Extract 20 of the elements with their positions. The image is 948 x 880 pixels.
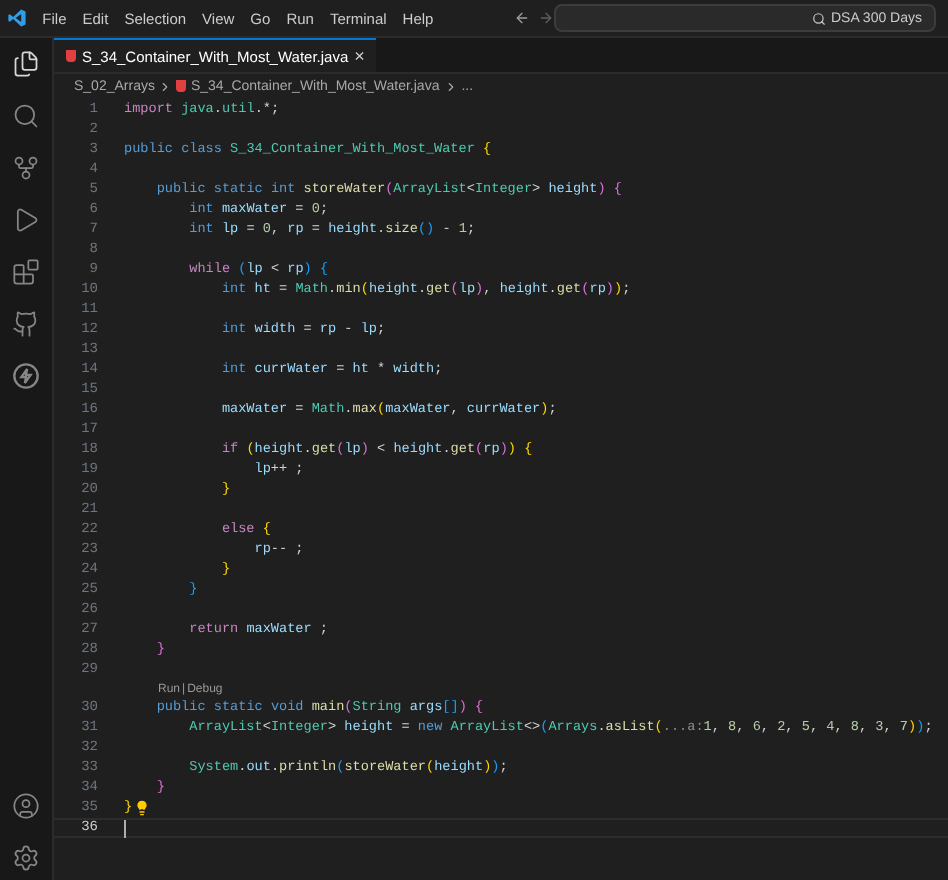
text-cursor — [124, 819, 126, 837]
branch-icon[interactable] — [12, 154, 40, 182]
chevron-icon — [158, 79, 173, 93]
search-icon[interactable] — [12, 102, 40, 130]
lightning-icon[interactable] — [12, 362, 40, 390]
search-icon — [812, 11, 827, 25]
forward-arrow-icon[interactable] — [537, 10, 554, 26]
files-icon[interactable] — [12, 50, 40, 78]
close-icon[interactable]: × — [354, 46, 365, 66]
extensions-icon[interactable] — [12, 258, 40, 286]
account-icon[interactable] — [12, 792, 40, 820]
java-file-icon — [66, 50, 76, 62]
run-debug-icon[interactable] — [12, 206, 40, 234]
java-file-icon — [176, 80, 187, 92]
settings-icon[interactable] — [12, 844, 40, 872]
lightbulb-icon[interactable] — [134, 800, 151, 816]
app-logo-icon — [8, 8, 27, 28]
github-icon[interactable] — [12, 310, 40, 338]
back-arrow-icon[interactable] — [513, 10, 530, 26]
chevron-icon — [443, 79, 458, 93]
